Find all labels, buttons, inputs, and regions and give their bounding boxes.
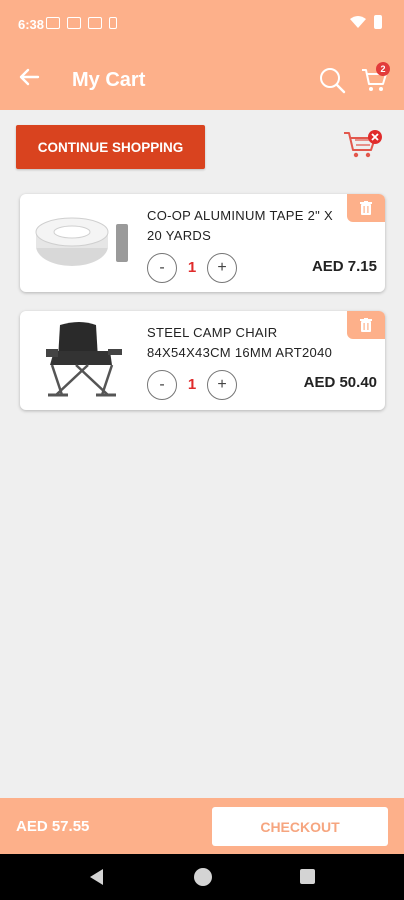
clear-cart-icon[interactable]: [342, 128, 384, 160]
quantity-value: 1: [187, 259, 197, 276]
checkout-bar: AED 57.55 CHECKOUT: [0, 798, 404, 854]
nav-home-icon[interactable]: [194, 868, 212, 886]
product-image-tape: [28, 202, 136, 284]
quantity-value: 1: [187, 376, 197, 393]
status-bar: 6:38: [0, 0, 404, 50]
cart-item: STEEL CAMP CHAIR 84X54X43CM 16MM ART2040…: [20, 311, 385, 410]
back-arrow-icon[interactable]: [16, 64, 42, 90]
search-icon[interactable]: [318, 66, 346, 94]
item-price: AED 50.40: [303, 374, 377, 391]
notification-icon: [88, 17, 102, 29]
notification-icon: [109, 17, 117, 29]
cart-total: AED 57.55: [16, 818, 90, 835]
qty-minus-button[interactable]: -: [147, 370, 177, 400]
trash-icon: [360, 318, 372, 332]
page-title: My Cart: [72, 69, 146, 91]
continue-shopping-button[interactable]: CONTINUE SHOPPING: [16, 125, 205, 169]
qty-minus-button[interactable]: -: [147, 253, 177, 283]
notification-icon: [67, 17, 81, 29]
trash-icon: [360, 201, 372, 215]
delete-item-button[interactable]: [347, 311, 385, 339]
qty-plus-button[interactable]: +: [207, 370, 237, 400]
nav-back-icon[interactable]: [88, 868, 104, 886]
nav-recents-icon[interactable]: [300, 869, 315, 884]
status-time: 6:38: [18, 17, 45, 32]
notification-icons: [46, 17, 117, 29]
item-price: AED 7.15: [311, 258, 377, 275]
checkout-button[interactable]: CHECKOUT: [212, 807, 388, 846]
battery-icon: [374, 15, 382, 29]
notification-icon: [46, 17, 60, 29]
system-nav-bar: [0, 854, 404, 900]
product-name: CO-OP ALUMINUM TAPE 2" X 20 YARDS: [147, 208, 333, 243]
product-name: STEEL CAMP CHAIR 84X54X43CM 16MM ART2040: [147, 325, 333, 360]
product-image-chair: [28, 319, 136, 401]
wifi-icon: [350, 16, 366, 28]
cart-item: CO-OP ALUMINUM TAPE 2" X 20 YARDS - 1 + …: [20, 194, 385, 292]
qty-plus-button[interactable]: +: [207, 253, 237, 283]
cart-count-badge: 2: [376, 62, 390, 76]
delete-item-button[interactable]: [347, 194, 385, 222]
app-bar: My Cart 2: [0, 50, 404, 110]
